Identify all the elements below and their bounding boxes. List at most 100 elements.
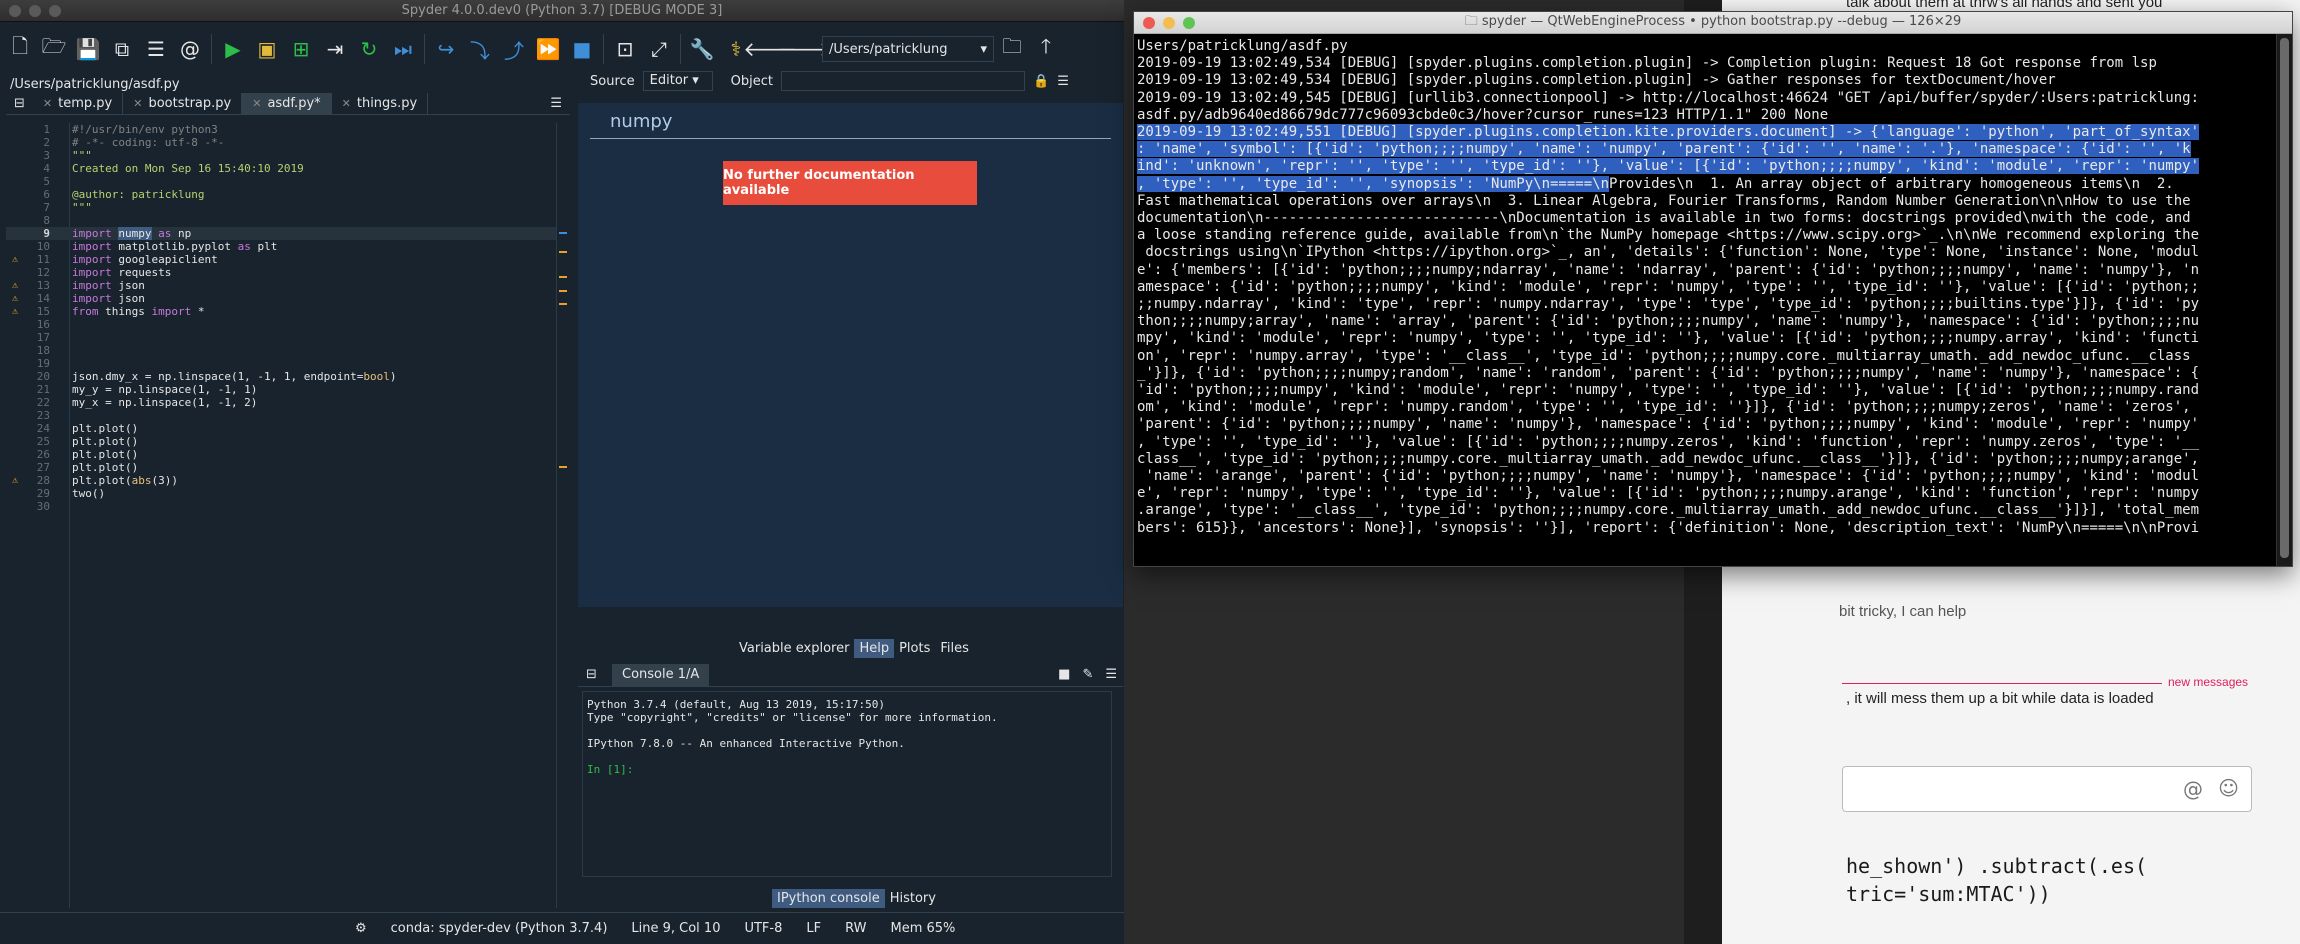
help-pane: Source Editor ▾ Object 🔒 ☰ numpy No furt… <box>578 69 1123 662</box>
continue-icon[interactable]: ⏩ <box>532 33 564 65</box>
close-window-button[interactable] <box>1143 16 1155 29</box>
terminal-text: amespace': {'id': 'python;;;;numpy', 'ki… <box>1137 278 2200 295</box>
at-icon[interactable]: @ <box>174 33 206 65</box>
object-input[interactable] <box>781 71 1025 91</box>
editor-pane: ⊟ ✕ temp.py ✕ bootstrap.py ✕ asdf.py* ✕ thin… <box>6 92 570 908</box>
zoom-window-button[interactable] <box>49 4 61 17</box>
lock-icon[interactable]: 🔒 <box>1033 74 1049 89</box>
options-menu-icon[interactable]: ☰ <box>542 96 570 111</box>
warning-icon[interactable]: ⚠ <box>12 253 18 266</box>
tab-things-py[interactable]: ✕ things.py <box>332 92 429 115</box>
gear-icon[interactable]: ⚙ <box>355 921 367 936</box>
message-input[interactable]: @ ☺ <box>1842 766 2252 812</box>
minimize-window-button[interactable] <box>29 4 41 17</box>
options-menu-icon[interactable]: ☰ <box>1099 667 1123 682</box>
terminal-text: Users/patricklung/asdf.py <box>1137 38 1348 54</box>
clear-console-icon[interactable]: ✎ <box>1076 667 1099 682</box>
warning-icon[interactable]: ⚠ <box>12 292 18 305</box>
close-window-button[interactable] <box>9 4 21 17</box>
console-prompt: In [1]: <box>587 763 634 776</box>
tab-history[interactable]: History <box>885 889 941 908</box>
terminal-text: 2019-09-19 13:02:49,545 [DEBUG] [urllib3… <box>1137 89 2200 106</box>
terminal-output[interactable]: Users/patricklung/asdf.py 2019-09-19 13:0… <box>1137 38 2273 564</box>
fullscreen-icon[interactable]: ⤢ <box>643 33 675 65</box>
wrench-icon[interactable]: 🔧 <box>686 33 718 65</box>
status-memory: Mem 65% <box>890 921 956 936</box>
warning-icon[interactable]: ⚠ <box>12 474 18 487</box>
save-all-icon[interactable]: ⧉ <box>106 33 138 65</box>
tab-variable-explorer[interactable]: Variable explorer <box>734 639 854 658</box>
terminal-line: 'parent': {'id': 'python;;;;numpy', 'nam… <box>1137 416 2273 433</box>
maximize-icon[interactable]: ⊡ <box>609 33 641 65</box>
selected-text: ind': 'unknown', 'repr': '', 'type': '',… <box>1137 158 2200 175</box>
warning-icon[interactable]: ⚠ <box>12 279 18 292</box>
warning-marker <box>559 303 567 305</box>
step-into-icon[interactable]: ⤵ <box>464 33 496 65</box>
at-icon[interactable]: @ <box>2183 777 2203 801</box>
close-tab-icon[interactable]: ✕ <box>133 93 142 115</box>
code-line: 25 plt.plot() <box>6 435 570 448</box>
new-file-icon[interactable]: 🗋 <box>4 33 36 65</box>
close-tab-icon[interactable]: ✕ <box>342 93 351 115</box>
open-file-icon[interactable]: 🗁 <box>38 33 70 65</box>
minimize-window-button[interactable] <box>1163 16 1175 29</box>
tab-bootstrap-py[interactable]: ✕ bootstrap.py <box>123 92 243 115</box>
line-number: 19 <box>36 357 50 370</box>
code-text: plt.plot() <box>72 448 139 461</box>
line-number: 17 <box>36 331 50 344</box>
scrollbar-thumb[interactable] <box>2280 38 2289 558</box>
tab-help[interactable]: Help <box>854 639 895 658</box>
terminal-scrollbar[interactable] <box>2276 34 2292 566</box>
close-tab-icon[interactable]: ✕ <box>43 93 52 115</box>
up-icon[interactable]: 🡑 <box>1030 33 1062 65</box>
code-line: he_shown') .subtract(.es( <box>1846 854 2148 878</box>
tab-ipython-console[interactable]: IPython console <box>772 889 885 908</box>
stop-icon[interactable]: ■ <box>566 33 598 65</box>
code-text: my_y = np.linspace(1, -1, 1) <box>72 383 258 396</box>
browse-tabs-icon[interactable]: ⊟ <box>586 667 597 682</box>
line-number: 14 <box>36 292 50 305</box>
working-directory-combo[interactable]: /Users/patricklung ▾ <box>822 36 994 62</box>
step-icon[interactable]: ↪ <box>430 33 462 65</box>
stop-kernel-icon[interactable]: ■ <box>1052 667 1076 682</box>
warning-icon[interactable]: ⚠ <box>12 305 18 318</box>
run-cell-advance-icon[interactable]: ⊞ <box>285 33 317 65</box>
code-line: 16 <box>6 318 570 331</box>
browse-tabs-icon[interactable]: ⊟ <box>6 96 33 111</box>
rerun-icon[interactable]: ↻ <box>353 33 385 65</box>
chat-message-text: talk about them at thrw's all hands and … <box>1846 0 2163 11</box>
code-line: 3 """ <box>6 149 570 162</box>
tab-files[interactable]: Files <box>935 639 974 658</box>
options-menu-icon[interactable]: ☰ <box>1057 74 1069 89</box>
zoom-window-button[interactable] <box>1183 16 1195 29</box>
current-line-marker <box>559 232 567 234</box>
code-line: 17 <box>6 331 570 344</box>
tab-temp-py[interactable]: ✕ temp.py <box>33 92 124 115</box>
source-combo[interactable]: Editor ▾ <box>642 71 713 91</box>
tab-asdf-py[interactable]: ✕ asdf.py* <box>242 92 332 115</box>
run-selection-icon[interactable]: ⇥ <box>319 33 351 65</box>
terminal-text: om', 'kind': 'module', 'repr': 'numpy.ra… <box>1137 399 2191 416</box>
line-number: 22 <box>36 396 50 409</box>
code-line: 12 import requests <box>6 266 570 279</box>
editor-scrollbar[interactable] <box>556 123 570 908</box>
run-cell-icon[interactable]: ▣ <box>251 33 283 65</box>
code-line: 27 plt.plot() <box>6 461 570 474</box>
tab-console-1a[interactable]: Console 1/A <box>612 663 710 686</box>
close-tab-icon[interactable]: ✕ <box>252 93 261 115</box>
list-icon[interactable]: ☰ <box>140 33 172 65</box>
run-icon[interactable]: ▶ <box>217 33 249 65</box>
emoji-icon[interactable]: ☺ <box>2218 776 2239 800</box>
terminal-line: .arange', 'type': '__class__', 'type_id'… <box>1137 502 2273 519</box>
save-icon[interactable]: 💾 <box>72 33 104 65</box>
terminal-text: 'parent': {'id': 'python;;;;numpy', 'nam… <box>1137 416 2200 433</box>
forward-icon[interactable]: 🡒 <box>777 33 831 65</box>
code-editor[interactable]: 1 #!/usr/bin/env python3 2 # -*- coding: ut… <box>6 123 570 908</box>
step-return-icon[interactable]: ⤴ <box>498 33 530 65</box>
tab-plots[interactable]: Plots <box>894 639 935 658</box>
ipython-console[interactable]: Python 3.7.4 (default, Aug 13 2019, 15:1… <box>582 691 1112 877</box>
folder-icon[interactable]: 🗀 <box>996 33 1028 65</box>
toolbar-separator <box>680 34 681 64</box>
debug-icon[interactable]: ⏭ <box>387 33 419 65</box>
